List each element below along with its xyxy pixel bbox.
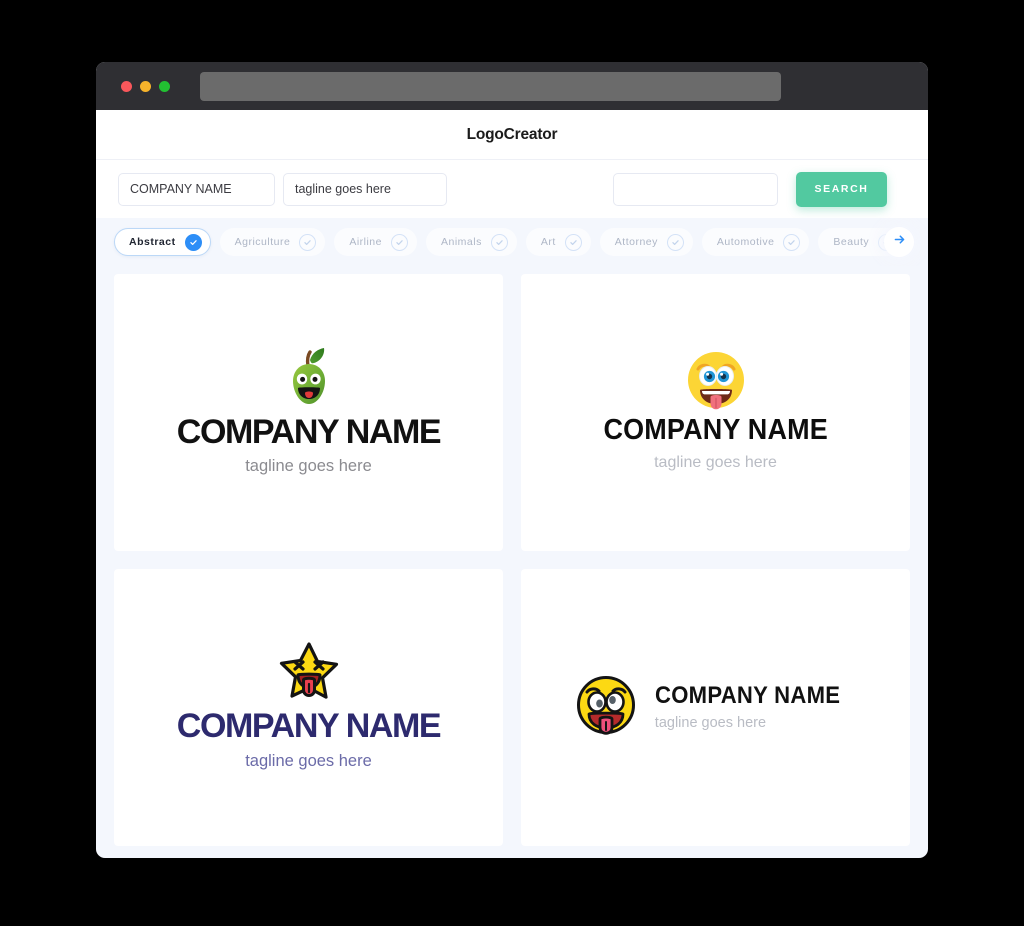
check-icon: [391, 233, 408, 251]
smiling-apple-icon: [279, 344, 339, 415]
logo-tagline: tagline goes here: [654, 453, 777, 471]
smiley-tongue-face-icon: [685, 349, 747, 416]
category-chip-label: Animals: [441, 236, 482, 248]
category-chip-label: Airline: [349, 236, 382, 248]
category-chip-abstract[interactable]: Abstract: [114, 228, 211, 256]
close-window-button[interactable]: [121, 80, 132, 92]
category-chip-label: Abstract: [129, 236, 176, 248]
logo-card[interactable]: COMPANY NAME tagline goes here: [114, 274, 503, 551]
app-header: LogoCreator: [96, 110, 928, 160]
logo-preview: COMPANY NAME tagline goes here: [176, 344, 442, 476]
category-chip-label: Beauty: [833, 236, 870, 248]
arrow-right-icon: [893, 233, 906, 251]
check-icon: [490, 233, 508, 251]
category-chip-label: Automotive: [716, 236, 775, 248]
logo-card[interactable]: COMPANY NAME tagline goes here: [114, 569, 503, 846]
company-name-input[interactable]: [118, 172, 275, 206]
browser-titlebar: [96, 62, 928, 110]
check-icon: [666, 233, 684, 251]
category-chip-art[interactable]: Art: [525, 228, 591, 256]
tagline-input[interactable]: [283, 172, 447, 206]
logo-card[interactable]: COMPANY NAME tagline goes here: [521, 274, 910, 551]
category-chip-attorney[interactable]: Attorney: [599, 228, 693, 256]
browser-window: LogoCreator SEARCH Abstract Agriculture Ai…: [96, 62, 928, 858]
category-chip-automotive[interactable]: Automotive: [701, 228, 810, 256]
check-icon: [564, 233, 582, 251]
category-filter-bar: Abstract Agriculture Airline Animals Art Atto…: [96, 218, 928, 266]
category-chip-animals[interactable]: Animals: [426, 228, 517, 256]
logo-tagline: tagline goes here: [245, 457, 372, 476]
logo-company-name: COMPANY NAME: [176, 413, 442, 452]
category-chip-agriculture[interactable]: Agriculture: [219, 228, 326, 256]
logo-tagline: tagline goes here: [654, 715, 767, 732]
screenshot-root: LogoCreator SEARCH Abstract Agriculture Ai…: [0, 0, 1024, 926]
star-tongue-icon: [277, 640, 341, 709]
logo-company-name: COMPANY NAME: [176, 706, 442, 745]
search-toolbar: SEARCH: [96, 160, 928, 218]
logo-tagline: tagline goes here: [245, 751, 372, 770]
logo-company-name: COMPANY NAME: [654, 682, 841, 710]
app-brand-title: LogoCreator: [466, 125, 558, 143]
minimize-window-button[interactable]: [140, 80, 151, 92]
check-icon: [783, 233, 801, 251]
maximize-window-button[interactable]: [159, 80, 170, 92]
categories-scroll-right-button[interactable]: [884, 227, 914, 257]
logo-preview: COMPANY NAME tagline goes here: [575, 674, 856, 741]
crazy-face-tongue-icon: [575, 674, 637, 741]
logo-card[interactable]: COMPANY NAME tagline goes here: [521, 569, 910, 846]
window-controls: [121, 80, 170, 92]
logo-company-name: COMPANY NAME: [603, 413, 828, 446]
category-chip-label: Agriculture: [234, 236, 291, 248]
check-icon: [299, 233, 317, 251]
category-chip-label: Art: [540, 236, 556, 248]
logo-preview: COMPANY NAME tagline goes here: [595, 349, 836, 471]
logo-preview: COMPANY NAME tagline goes here: [176, 640, 442, 770]
category-chip-label: Attorney: [614, 236, 658, 248]
search-button[interactable]: SEARCH: [796, 171, 887, 207]
logo-results-grid: COMPANY NAME tagline goes here COMPANY N…: [96, 266, 928, 858]
category-chip-airline[interactable]: Airline: [334, 228, 417, 256]
address-bar[interactable]: [200, 71, 781, 101]
keyword-search-input[interactable]: [613, 172, 778, 206]
check-icon: [184, 233, 202, 251]
